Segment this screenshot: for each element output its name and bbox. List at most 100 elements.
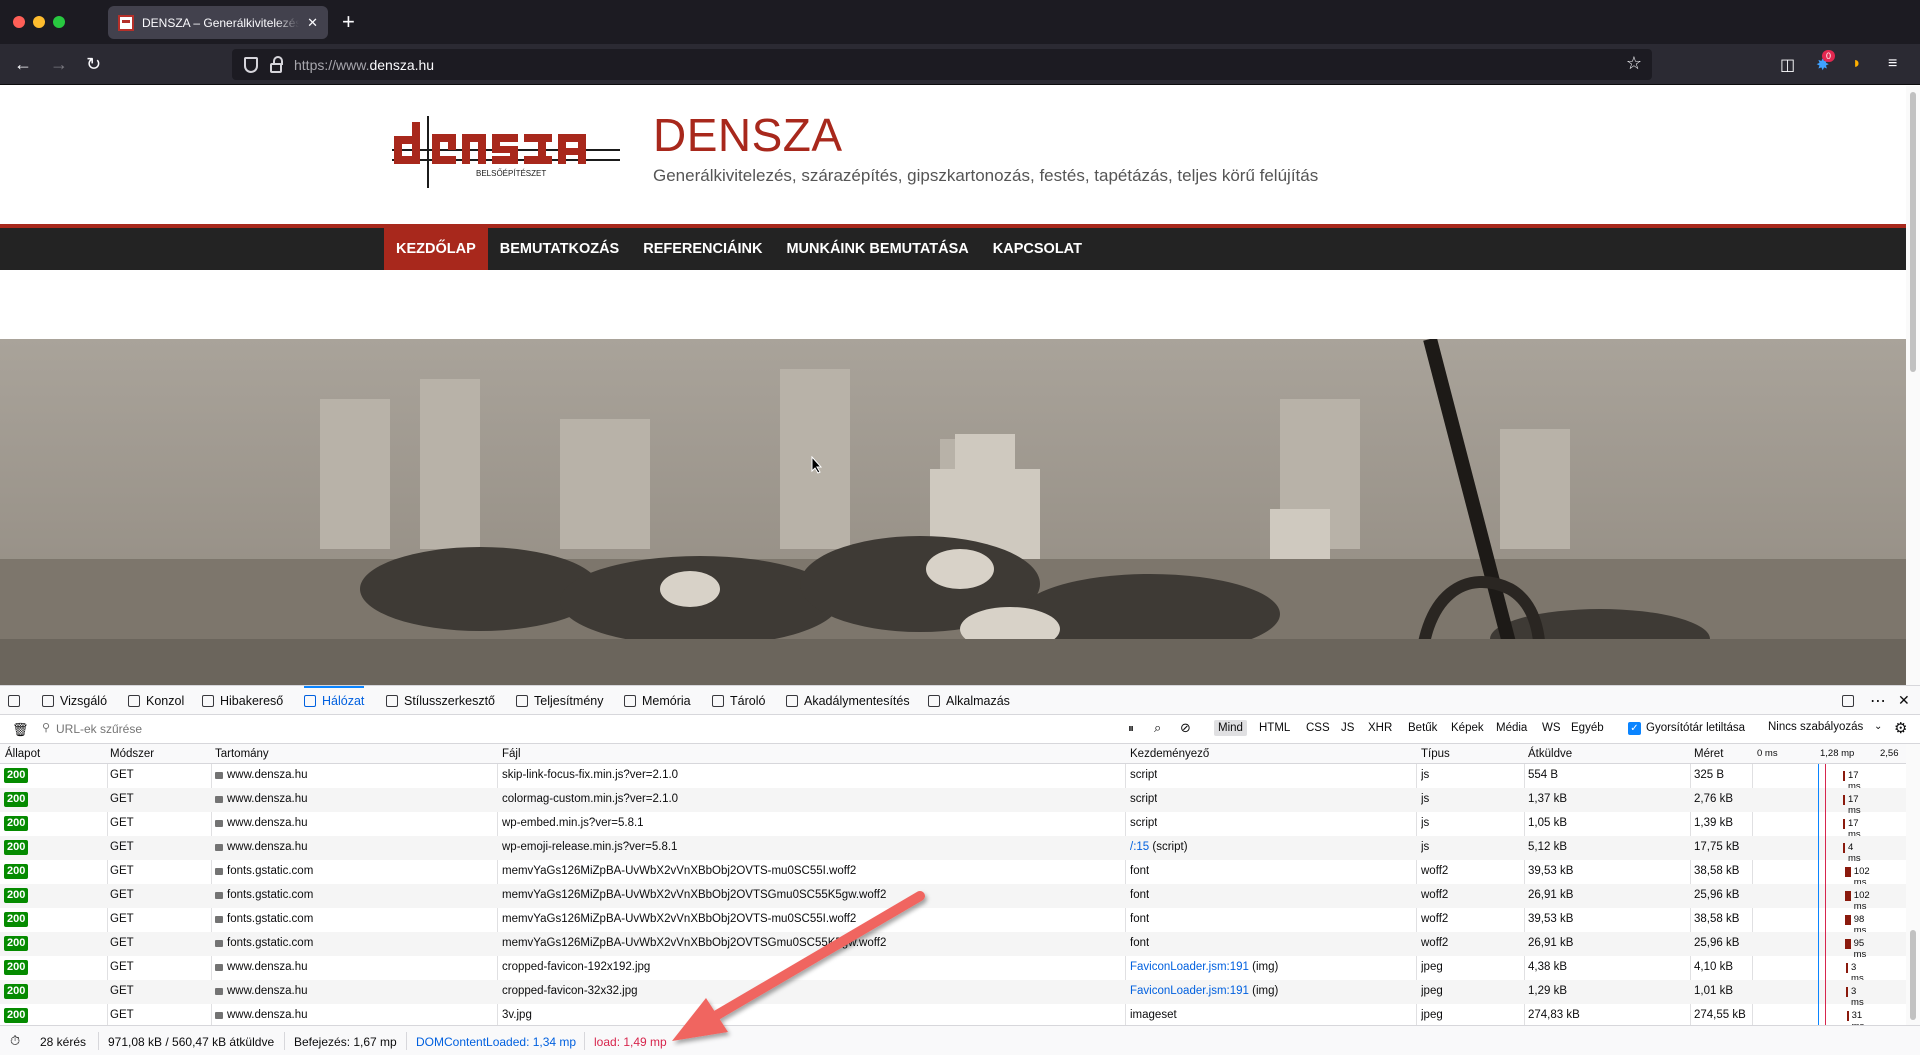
dock-side-icon[interactable] [1842,686,1854,715]
close-window-button[interactable] [13,16,25,28]
densza-logo[interactable]: BELSŐÉPÍTÉSZET [388,112,628,192]
menu-item-referenciaink[interactable]: REFERENCIÁINK [631,228,774,270]
browser-tab[interactable]: DENSZA – Generálkivitelezés, szárazépíté… [108,6,328,39]
element-picker-icon[interactable] [8,686,20,715]
filter-all[interactable]: Mind [1214,720,1247,736]
tab-memory[interactable]: Memória [624,686,691,715]
app-menu-icon[interactable]: ≡ [1888,55,1897,73]
filter-html[interactable]: HTML [1255,720,1294,736]
column-status[interactable]: Állapot [5,748,40,760]
close-devtools-icon[interactable]: ✕ [1898,686,1910,715]
clear-trash-icon[interactable]: 🗑 [12,722,29,738]
tab-console[interactable]: Konzol [128,686,184,715]
column-size[interactable]: Méret [1694,748,1723,760]
settings-gear-icon[interactable]: ⚙ [1894,719,1907,737]
more-options-icon[interactable]: ⋯ [1870,686,1886,715]
close-tab-icon[interactable]: ✕ [307,15,318,31]
tab-inspector[interactable]: Vizsgáló [42,686,107,715]
table-row[interactable]: 200 GET fonts.gstatic.com memvYaGs126MiZpBA… [0,860,1906,888]
transferred-cell: 5,12 kB [1528,841,1567,853]
bookmark-star-icon[interactable]: ☆ [1626,53,1642,74]
filter-js[interactable]: JS [1337,720,1358,736]
filter-images[interactable]: Képek [1447,720,1488,736]
throttling-select[interactable]: Nincs szabályozás [1768,721,1863,733]
table-row[interactable]: 200 GET www.densza.hu 3v.jpg imageset jpeg 274… [0,1004,1906,1025]
initiator-link[interactable]: FaviconLoader.jsm:191 [1130,961,1249,973]
forward-arrow-icon[interactable]: → [50,54,68,74]
new-tab-button[interactable]: + [342,10,355,34]
lock-icon [215,1012,223,1019]
table-row[interactable]: 200 GET www.densza.hu wp-emoji-release.min.… [0,836,1906,864]
initiator-cell: script [1130,817,1158,829]
block-requests-icon[interactable]: ⊘ [1180,720,1191,736]
tab-debugger[interactable]: Hibakereső [202,686,283,715]
tab-performance[interactable]: Teljesítmény [516,686,603,715]
size-cell: 1,01 kB [1694,985,1733,997]
column-domain[interactable]: Tartomány [215,748,269,760]
initiator-link[interactable]: /:15 [1130,841,1149,853]
tab-application[interactable]: Alkalmazás [928,686,1010,715]
pocket-icon[interactable]: ◫ [1780,55,1795,75]
file-cell: memvYaGs126MiZpBA-UvWbX2vVnXBbObj2OVTSGm… [502,937,887,949]
column-initiator[interactable]: Kezdeményező [1130,748,1209,760]
tab-storage[interactable]: Tároló [712,686,765,715]
initiator-link[interactable]: FaviconLoader.jsm:191 [1130,985,1249,997]
network-request-table: Állapot Módszer Tartomány Fájl Kezdemény… [0,744,1906,1025]
table-row[interactable]: 200 GET www.densza.hu cropped-favicon-32x32… [0,980,1906,1008]
table-row[interactable]: 200 GET www.densza.hu colormag-custom.min.j… [0,788,1906,816]
lock-icon [215,796,223,803]
page-scrollbar[interactable] [1906,86,1920,685]
search-icon[interactable]: ⌕ [1154,720,1161,736]
column-file[interactable]: Fájl [502,748,521,760]
filter-ws[interactable]: WS [1538,720,1565,736]
transferred-cell: 26,91 kB [1528,889,1574,901]
site-title[interactable]: DENSZA [653,108,843,162]
url-filter-input[interactable] [56,720,1106,738]
main-menu: KEZDŐLAP BEMUTATKOZÁS REFERENCIÁINK MUNK… [384,228,1094,270]
tracking-protection-shield-icon[interactable] [244,56,258,73]
disable-cache-checkbox[interactable]: ✓ [1628,722,1641,735]
tab-accessibility[interactable]: Akadálymentesítés [786,686,910,715]
column-method[interactable]: Módszer [110,748,154,760]
network-scrollbar[interactable] [1906,744,1920,1025]
network-toolbar: 🗑 ⚲ ⏸ ⌕ ⊘ Mind HTML CSS JS XHR Betűk Kép… [0,715,1920,744]
menu-item-kezdolap[interactable]: KEZDŐLAP [384,228,488,270]
extension-2-icon[interactable]: ◗ [1852,55,1862,73]
throttling-chevron-icon[interactable]: ⌄ [1874,721,1882,732]
tab-network[interactable]: Hálózat [304,686,365,715]
menu-item-bemutatkozas[interactable]: BEMUTATKOZÁS [488,228,631,270]
table-row[interactable]: 200 GET fonts.gstatic.com memvYaGs126MiZpBA… [0,884,1906,912]
table-row[interactable]: 200 GET fonts.gstatic.com memvYaGs126MiZpBA… [0,932,1906,960]
pause-icon[interactable]: ⏸ [1128,721,1134,736]
status-badge: 200 [4,840,29,855]
reload-icon[interactable]: ↻ [86,54,101,74]
table-row[interactable]: 200 GET fonts.gstatic.com memvYaGs126MiZpBA… [0,908,1906,936]
network-status-bar: ⏱ 28 kérés 971,08 kB / 560,47 kB átküldv… [0,1025,1920,1055]
site-favicon-icon [118,14,134,31]
initiator-cell: script [1130,793,1158,805]
menu-item-kapcsolat[interactable]: KAPCSOLAT [981,228,1094,270]
url-text[interactable]: https://www.densza.hu [294,57,434,73]
zoom-window-button[interactable] [53,16,65,28]
performance-icon [516,694,528,707]
column-transferred[interactable]: Átküldve [1528,748,1572,760]
menu-item-munkaink[interactable]: MUNKÁINK BEMUTATÁSA [774,228,980,270]
table-row[interactable]: 200 GET www.densza.hu cropped-favicon-192x1… [0,956,1906,984]
filter-fonts[interactable]: Betűk [1404,720,1441,736]
filter-media[interactable]: Média [1492,720,1531,736]
column-type[interactable]: Típus [1421,748,1450,760]
filter-other[interactable]: Egyéb [1567,720,1608,736]
disable-cache-label: Gyorsítótár letiltása [1646,722,1746,734]
tab-style-editor[interactable]: Stílusszerkesztő [386,686,495,715]
load-time: load: 1,49 mp [594,1035,667,1049]
filter-xhr[interactable]: XHR [1364,720,1396,736]
lock-icon[interactable] [270,55,283,73]
table-row[interactable]: 200 GET www.densza.hu wp-embed.min.js?ver=5… [0,812,1906,840]
minimize-window-button[interactable] [33,16,45,28]
method-cell: GET [110,841,134,853]
back-arrow-icon[interactable]: ← [14,54,32,74]
table-row[interactable]: 200 GET www.densza.hu skip-link-focus-fix.m… [0,764,1906,792]
type-cell: jpeg [1421,961,1443,973]
filter-css[interactable]: CSS [1302,720,1334,736]
address-bar[interactable]: https://www.densza.hu ☆ [232,49,1652,80]
